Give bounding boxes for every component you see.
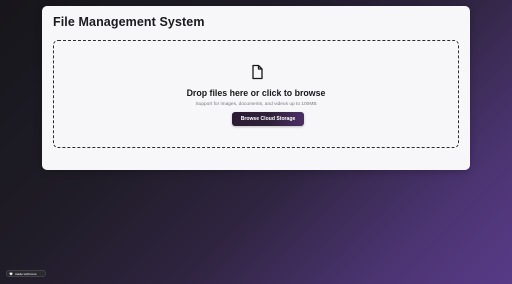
badge-label: made with love [15, 272, 37, 276]
made-with-love-badge[interactable]: made with love [6, 270, 46, 277]
page-title: File Management System [53, 15, 205, 29]
browse-cloud-storage-button[interactable]: Browse Cloud Storage [232, 112, 304, 126]
drop-support-text: Support for images, documents, and video… [195, 102, 317, 107]
file-icon [252, 64, 263, 80]
heart-icon [9, 272, 13, 276]
drop-heading: Drop files here or click to browse [186, 88, 326, 98]
file-management-card: File Management System Drop files here o… [42, 6, 470, 170]
file-drop-zone[interactable]: Drop files here or click to browse Suppo… [53, 40, 459, 148]
